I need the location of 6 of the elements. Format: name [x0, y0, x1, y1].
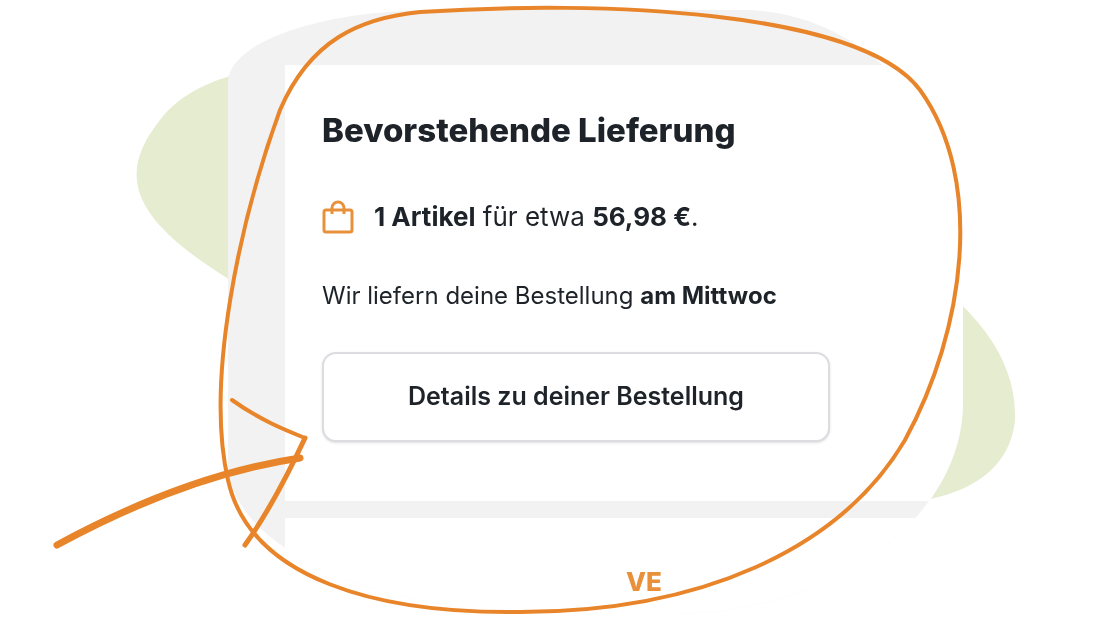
- card-title: Bevorstehende Lieferung: [322, 109, 737, 152]
- section-heading: VE: [626, 565, 662, 599]
- shopping-bag-icon: [322, 199, 354, 234]
- order-details-button[interactable]: Details zu deiner Bestellung: [322, 352, 830, 442]
- delivery-text: Wir liefern deine Bestellung am Mittwoc: [322, 280, 778, 312]
- item-summary: 1 Artikel für etwa 56,98 €.: [374, 200, 699, 234]
